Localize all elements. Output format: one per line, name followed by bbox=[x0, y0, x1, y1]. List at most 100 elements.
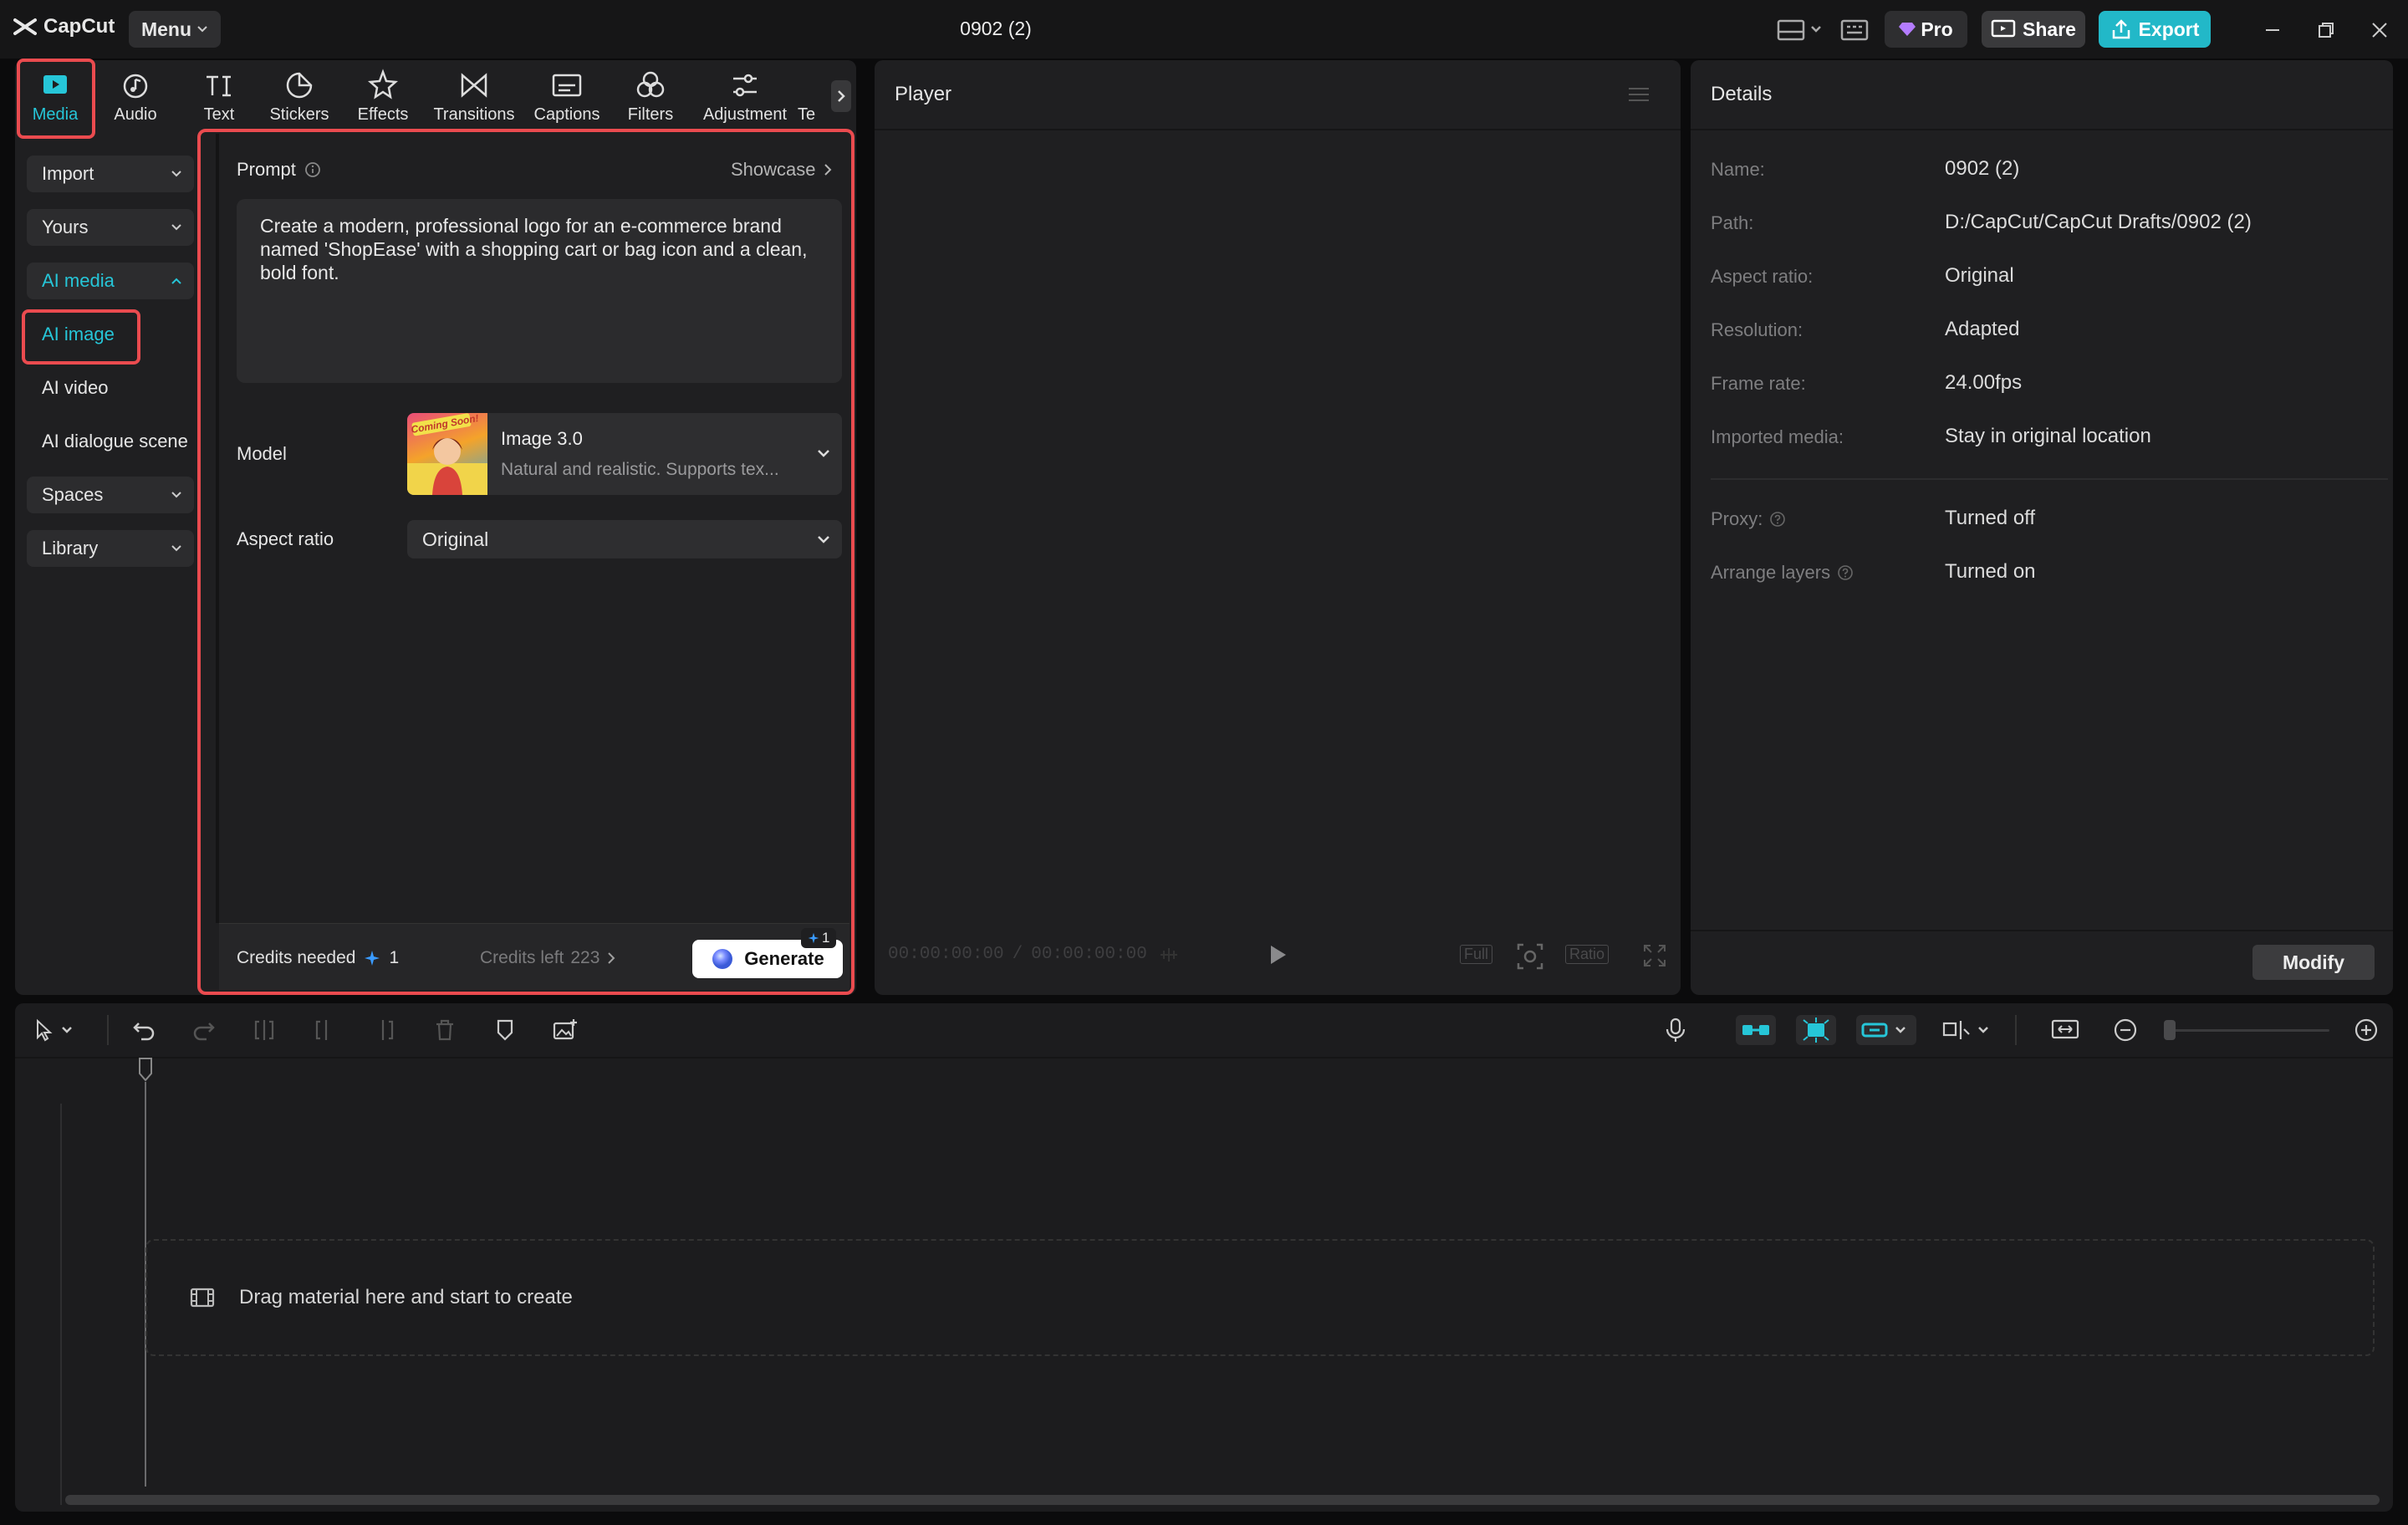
delete-icon[interactable] bbox=[428, 1015, 462, 1045]
split-icon[interactable] bbox=[247, 1015, 281, 1045]
audio-icon bbox=[123, 74, 148, 99]
share-icon bbox=[1991, 19, 2016, 38]
credits-needed-label: Credits needed bbox=[237, 948, 356, 967]
full-button[interactable]: Full bbox=[1460, 945, 1493, 964]
link-track-icon[interactable] bbox=[1856, 1015, 1916, 1045]
prompt-header: Prompt bbox=[237, 159, 321, 181]
tab-transitions[interactable]: Transitions bbox=[428, 69, 520, 125]
tab-label: Transitions bbox=[433, 105, 515, 124]
tab-stickers[interactable]: Stickers bbox=[261, 69, 338, 125]
detail-value-resolution: Adapted bbox=[1945, 318, 2020, 340]
sidebar-spaces[interactable]: Spaces bbox=[27, 477, 194, 513]
credits-needed-value: 1 bbox=[389, 948, 400, 967]
playhead-handle[interactable] bbox=[135, 1057, 156, 1084]
main-track-magnet-icon[interactable] bbox=[1736, 1015, 1776, 1045]
sidebar-ai-media[interactable]: AI media bbox=[27, 263, 194, 299]
tab-filters[interactable]: Filters bbox=[612, 69, 689, 125]
zoom-slider-handle[interactable] bbox=[2164, 1020, 2176, 1040]
arrange-label: Arrange layers bbox=[1711, 562, 1831, 583]
tab-text[interactable]: Text bbox=[181, 69, 258, 125]
aspect-ratio-select[interactable]: Original bbox=[407, 520, 842, 558]
tabs-scroll-right-button[interactable] bbox=[831, 80, 851, 112]
chevron-right-icon bbox=[608, 952, 615, 964]
help-icon[interactable] bbox=[1769, 511, 1786, 528]
credits-left-link[interactable]: Credits left 223 bbox=[480, 948, 616, 968]
model-select[interactable]: Coming Soon! Image 3.0 Natural and reali… bbox=[407, 413, 842, 495]
tab-effects[interactable]: Effects bbox=[344, 69, 421, 125]
sidebar-ai-image[interactable]: AI image bbox=[27, 316, 115, 353]
chevron-down-icon bbox=[171, 171, 181, 177]
share-button[interactable]: Share bbox=[1982, 11, 2085, 48]
pro-button[interactable]: Pro bbox=[1885, 11, 1967, 48]
detail-value-aspect: Original bbox=[1945, 264, 2014, 287]
panel-divider bbox=[216, 134, 219, 923]
gem-icon bbox=[1899, 23, 1916, 36]
tab-label: Adjustment bbox=[702, 105, 788, 124]
split-left-icon[interactable] bbox=[308, 1015, 341, 1045]
layout-icon[interactable] bbox=[1771, 13, 1829, 45]
zoom-fit-icon[interactable] bbox=[1515, 941, 1545, 972]
player-panel: Player bbox=[875, 60, 1681, 995]
hamburger-icon[interactable] bbox=[1627, 86, 1650, 103]
time-total: 00:00:00:00 bbox=[1031, 945, 1147, 964]
zoom-out-icon[interactable] bbox=[2110, 1015, 2140, 1045]
modify-button[interactable]: Modify bbox=[2252, 945, 2375, 980]
split-right-icon[interactable] bbox=[368, 1015, 401, 1045]
zoom-slider[interactable] bbox=[2166, 1029, 2329, 1032]
sidebar-ai-video[interactable]: AI video bbox=[27, 370, 109, 406]
tab-label: Te bbox=[798, 105, 816, 124]
restore-icon[interactable] bbox=[2311, 15, 2341, 45]
sidebar-label: AI media bbox=[42, 270, 115, 291]
waveform-icon[interactable] bbox=[1157, 943, 1181, 967]
chevron-right-icon bbox=[824, 164, 831, 176]
tab-captions[interactable]: Captions bbox=[528, 69, 605, 125]
select-tool[interactable] bbox=[27, 1015, 85, 1045]
detail-value-imported: Stay in original location bbox=[1945, 425, 2151, 447]
tab-label: Filters bbox=[627, 105, 674, 124]
minimize-icon[interactable] bbox=[2258, 15, 2288, 45]
sidebar-ai-dialogue-scene[interactable]: AI dialogue scene bbox=[27, 423, 194, 460]
play-icon[interactable] bbox=[1268, 943, 1288, 967]
captions-icon bbox=[552, 74, 582, 97]
tab-audio[interactable]: Audio bbox=[97, 69, 174, 125]
shortcuts-icon[interactable] bbox=[1836, 13, 1873, 45]
track-header-divider bbox=[60, 1104, 62, 1505]
export-button[interactable]: Export bbox=[2099, 11, 2211, 48]
marker-icon[interactable] bbox=[488, 1015, 522, 1045]
preview-axis-icon[interactable] bbox=[1938, 1015, 1998, 1045]
tab-more[interactable]: Te bbox=[798, 69, 823, 125]
proxy-label: Proxy: bbox=[1711, 508, 1763, 529]
close-icon[interactable] bbox=[2365, 15, 2395, 45]
effects-icon bbox=[367, 69, 399, 99]
sidebar-library[interactable]: Library bbox=[27, 530, 194, 567]
credits-left-label: Credits left bbox=[480, 948, 564, 967]
auto-snap-icon[interactable] bbox=[1796, 1015, 1836, 1045]
model-thumbnail: Coming Soon! bbox=[407, 413, 487, 495]
chevron-up-icon bbox=[171, 278, 181, 284]
pro-label: Pro bbox=[1921, 18, 1953, 40]
detail-label-path: Path: bbox=[1711, 212, 1754, 233]
zoom-in-icon[interactable] bbox=[2351, 1015, 2381, 1045]
chevron-down-icon bbox=[171, 224, 181, 231]
help-icon[interactable] bbox=[1837, 564, 1854, 581]
fullscreen-icon[interactable] bbox=[1642, 943, 1667, 968]
timeline-drop-zone[interactable]: Drag material here and start to create bbox=[145, 1239, 2375, 1356]
zoom-to-fit-icon[interactable] bbox=[2047, 1015, 2084, 1045]
undo-icon[interactable] bbox=[127, 1015, 161, 1045]
timeline-scrollbar[interactable] bbox=[65, 1495, 2380, 1505]
sidebar-import[interactable]: Import bbox=[27, 156, 194, 192]
toolbar-divider bbox=[2015, 1015, 2017, 1045]
sidebar-yours[interactable]: Yours bbox=[27, 209, 194, 246]
prompt-textarea[interactable]: Create a modern, professional logo for a… bbox=[237, 199, 842, 383]
image-add-icon[interactable] bbox=[548, 1015, 582, 1045]
info-icon[interactable] bbox=[304, 161, 321, 178]
tab-adjustment[interactable]: Adjustment bbox=[697, 69, 793, 125]
filters-icon bbox=[636, 71, 665, 98]
redo-icon[interactable] bbox=[187, 1015, 221, 1045]
detail-value-framerate: 24.00fps bbox=[1945, 371, 2023, 394]
tab-media[interactable]: Media bbox=[17, 69, 94, 125]
microphone-icon[interactable] bbox=[1659, 1015, 1692, 1045]
timeline-divider bbox=[15, 1057, 2393, 1058]
showcase-link[interactable]: Showcase bbox=[731, 159, 833, 181]
ratio-button[interactable]: Ratio bbox=[1565, 945, 1610, 964]
